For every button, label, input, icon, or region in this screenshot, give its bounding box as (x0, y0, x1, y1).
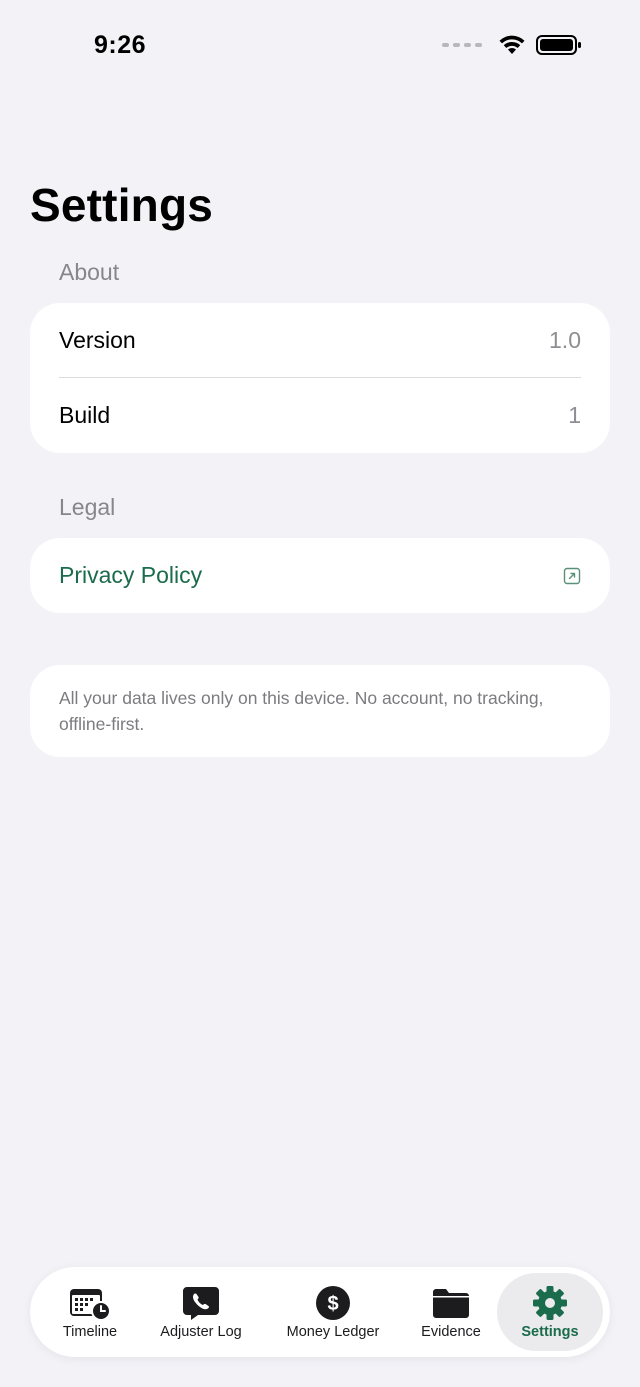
privacy-policy-row[interactable]: Privacy Policy (30, 538, 610, 613)
tab-timeline[interactable]: Timeline (44, 1267, 136, 1357)
privacy-policy-label: Privacy Policy (59, 562, 203, 588)
page-title: Settings (30, 179, 214, 231)
tab-bar: Timeline Adjuster Log $ Money Ledger Evi… (30, 1267, 610, 1357)
legal-card: Privacy Policy (30, 538, 610, 613)
section-header-about: About (59, 259, 120, 285)
folder-icon (431, 1285, 471, 1321)
cellular-signal-icon (442, 43, 482, 47)
info-text: All your data lives only on this device.… (59, 688, 544, 734)
tab-evidence[interactable]: Evidence (410, 1267, 492, 1357)
status-bar: 9:26 (0, 0, 640, 90)
tab-label-evidence: Evidence (421, 1323, 481, 1340)
tab-settings[interactable]: Settings (497, 1273, 603, 1351)
build-value: 1 (568, 402, 581, 428)
version-label: Version (59, 327, 136, 353)
svg-text:$: $ (327, 1293, 338, 1315)
tab-label-adjuster-log: Adjuster Log (160, 1323, 242, 1340)
status-icons (442, 34, 582, 56)
wifi-icon (499, 35, 525, 54)
gear-icon (532, 1285, 568, 1321)
info-card: All your data lives only on this device.… (30, 665, 610, 757)
status-time: 9:26 (94, 31, 147, 59)
external-link-icon (563, 567, 581, 584)
tab-adjuster-log[interactable]: Adjuster Log (148, 1267, 254, 1357)
version-row: Version 1.0 (30, 303, 610, 378)
phone-bubble-icon (181, 1285, 221, 1321)
dollar-circle-icon: $ (315, 1285, 351, 1321)
version-value: 1.0 (549, 327, 581, 353)
build-label: Build (59, 402, 111, 428)
battery-icon (536, 35, 581, 55)
about-card: Version 1.0 Build 1 (30, 303, 610, 453)
tab-label-money-ledger: Money Ledger (286, 1323, 380, 1340)
calendar-clock-icon (68, 1285, 112, 1321)
build-row: Build 1 (30, 378, 610, 453)
tab-label-settings: Settings (521, 1323, 579, 1340)
tab-label-timeline: Timeline (62, 1323, 118, 1340)
tab-money-ledger[interactable]: $ Money Ledger (274, 1267, 392, 1357)
section-header-legal: Legal (59, 494, 116, 520)
